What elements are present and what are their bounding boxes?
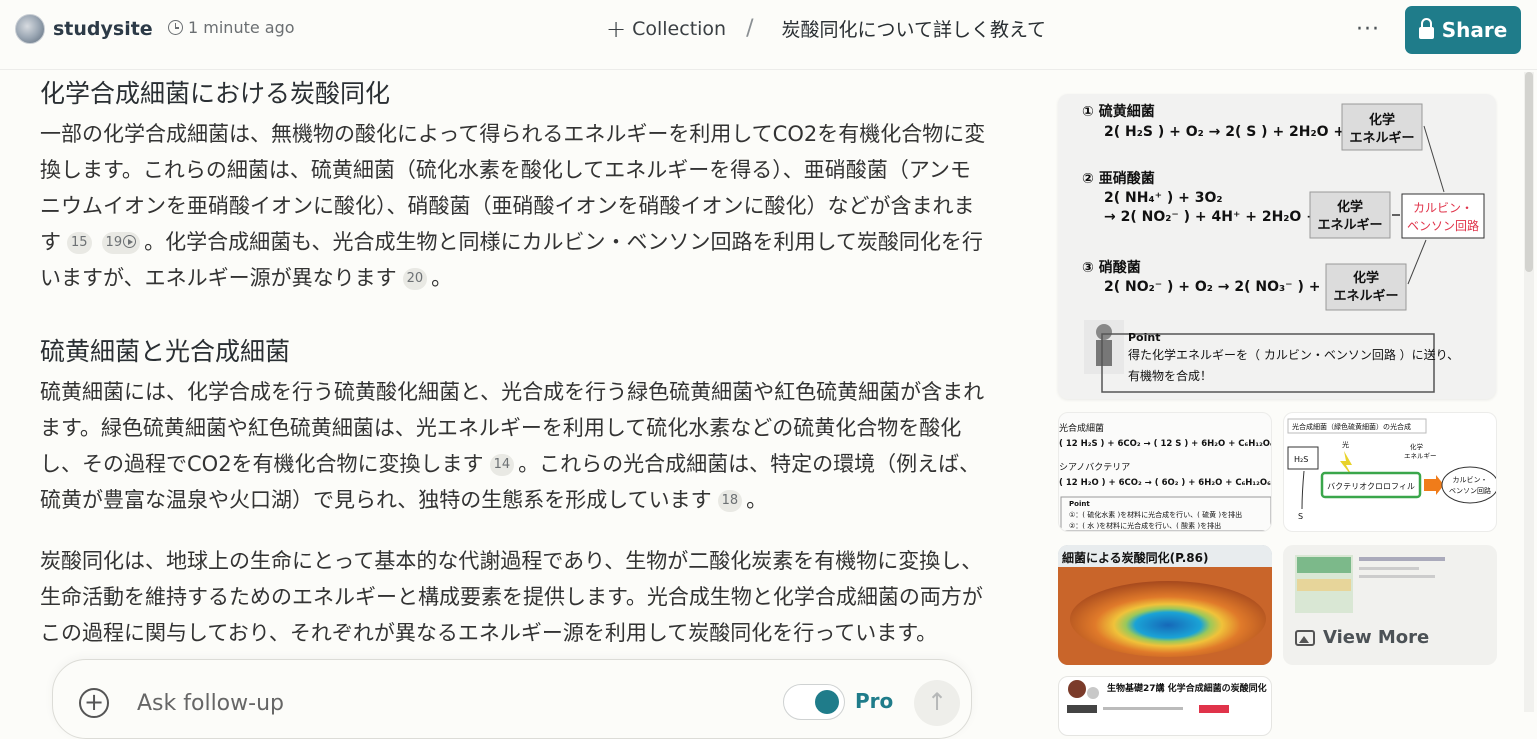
space-name: studysite — [53, 18, 153, 40]
lecture-slide-thumbnail: 生物基礎27講 化学合成細菌の炭酸同化 — [1067, 680, 1267, 713]
paragraph-text: 。 — [431, 266, 453, 290]
thumbnail-text: 化学 — [1410, 442, 1424, 451]
thumbnail-caption: 細菌による炭酸同化(P.86) — [1062, 550, 1208, 565]
paragraph-sulfur-bacteria: 硫黄細菌には、化学合成を行う硫黄酸化細菌と、光合成を行う緑色硫黄細菌や紅色硫黄細… — [40, 374, 990, 518]
paragraph-text: 。化学合成細菌も、光合成生物と同様にカルビン・ベンソン回路を利用して炭酸同化を行… — [40, 230, 983, 290]
thumbnail-text: シアノバクテリア — [1059, 462, 1130, 473]
play-icon — [123, 235, 137, 248]
hot-spring-photo: 細菌による炭酸同化(P.86) — [1058, 545, 1272, 665]
top-bar: studysite 1 minute ago + Collection / 炭酸… — [0, 0, 1537, 70]
diagram-text: カルビン・ — [1413, 201, 1473, 215]
image-card-chemosynthesis-diagram[interactable]: ① 硫黄細菌 2( H₂S ) + O₂ → 2( S ) + 2H₂O + 化… — [1058, 94, 1496, 399]
diagram-text: 2( H₂S ) + O₂ → 2( S ) + 2H₂O + — [1104, 124, 1345, 140]
diagram-text: エネルギー — [1349, 130, 1414, 146]
breadcrumb-separator: / — [746, 16, 754, 41]
image-icon — [1295, 629, 1315, 646]
view-more-button[interactable]: View More — [1295, 627, 1429, 648]
photosynthetic-bacteria-thumbnail: 光合成細菌 ( 12 H₂S ) + 6CO₂ → ( 12 S ) + 6H₂… — [1059, 422, 1272, 531]
chemosynthesis-diagram: ① 硫黄細菌 2( H₂S ) + O₂ → 2( S ) + 2H₂O + 化… — [1082, 103, 1485, 393]
thumbnail-text: 光 — [1342, 440, 1349, 449]
thumbnail-text: 生物基礎27講 化学合成細菌の炭酸同化 — [1107, 682, 1267, 694]
thumbnail-text: カルビン・ — [1453, 475, 1488, 484]
clock-icon — [168, 20, 183, 35]
diagram-text: 化学 — [1337, 199, 1363, 215]
diagram-text: エネルギー — [1333, 288, 1398, 304]
thumbnail-text: H₂S — [1294, 455, 1308, 464]
image-card-hot-spring-photo[interactable]: 細菌による炭酸同化(P.86) — [1058, 545, 1272, 665]
thumbnail-text: ベンソン回路 — [1449, 486, 1491, 495]
lock-icon — [1418, 17, 1434, 41]
citation-badge[interactable]: 14 — [489, 454, 515, 476]
thumbnail-text: バクテリオクロロフィル — [1327, 482, 1415, 491]
follow-up-bar: + Pro ↑ — [52, 659, 972, 739]
diagram-text: ① 硫黄細菌 — [1082, 103, 1155, 120]
timestamp: 1 minute ago — [168, 18, 295, 37]
diagram-text: ② 亜硝酸菌 — [1082, 170, 1155, 187]
plus-icon: + — [606, 14, 627, 43]
citation-badge[interactable]: 20 — [402, 268, 428, 290]
thumbnail-text: ②：( 水 )を材料に光合成を行い、( 酸素 )を排出 — [1069, 521, 1221, 530]
thumbnail-text: 光合成細菌（緑色硫黄細菌）の光合成 — [1292, 422, 1411, 431]
diagram-text: 化学 — [1353, 270, 1379, 286]
diagram-text: 2( NH₄⁺ ) + 3O₂ — [1104, 190, 1223, 206]
section-heading-sulfur-bacteria: 硫黄細菌と光合成細菌 — [40, 337, 291, 366]
citation-number: 19 — [105, 235, 123, 250]
green-sulfur-bacteria-thumbnail: 光合成細菌（緑色硫黄細菌）の光合成 光 化学 エネルギー H₂S S バクテリオ… — [1287, 418, 1496, 521]
thumbnail-text: S — [1298, 512, 1303, 521]
diagram-text: 2( NO₂⁻ ) + O₂ → 2( NO₃⁻ ) + — [1104, 279, 1320, 295]
space-avatar — [15, 14, 45, 44]
page-scrollbar[interactable] — [1524, 72, 1534, 712]
section-heading-chemosynthesis: 化学合成細菌における炭酸同化 — [40, 79, 391, 108]
citation-badge[interactable]: 18 — [717, 490, 743, 512]
diagram-text: → 2( NO₂⁻ ) + 4H⁺ + 2H₂O + — [1104, 209, 1318, 225]
thread-title[interactable]: 炭酸同化について詳しく教えて — [782, 15, 1046, 42]
attach-plus-icon[interactable]: + — [79, 688, 109, 718]
image-card-photosynthetic-bacteria[interactable]: 光合成細菌 ( 12 H₂S ) + 6CO₂ → ( 12 S ) + 6H₂… — [1058, 412, 1272, 532]
diagram-text: ベンソン回路 — [1407, 218, 1479, 233]
thumbnail-text: ( 12 H₂S ) + 6CO₂ → ( 12 S ) + 6H₂O + C₆… — [1059, 439, 1272, 449]
toggle-knob — [815, 690, 839, 714]
image-card-green-sulfur-bacteria[interactable]: 光合成細菌（緑色硫黄細菌）の光合成 光 化学 エネルギー H₂S S バクテリオ… — [1283, 412, 1497, 532]
share-button-label: Share — [1441, 18, 1508, 42]
diagram-text: 有機物を合成！ — [1128, 368, 1212, 383]
timestamp-text: 1 minute ago — [188, 18, 295, 37]
thumbnail-text: ①：( 硫化水素 )を材料に光合成を行い、( 硫黄 )を排出 — [1069, 510, 1242, 519]
paragraph-chemosynthesis: 一部の化学合成細菌は、無機物の酸化によって得られるエネルギーを利用してCO2を有… — [40, 116, 990, 296]
diagram-text: エネルギー — [1317, 217, 1382, 233]
breadcrumb: + Collection / 炭酸同化について詳しく教えて — [606, 15, 1046, 42]
space-link[interactable]: studysite — [15, 14, 153, 44]
share-button[interactable]: Share — [1405, 6, 1521, 54]
thumbnail-text: ( 12 H₂O ) + 6CO₂ → ( 6O₂ ) + 6H₂O + C₆H… — [1059, 478, 1271, 488]
thumbnail-text: Point — [1069, 500, 1090, 508]
diagram-text: Point — [1128, 331, 1160, 344]
diagram-text: 得た化学エネルギーを（ カルビン・ベンソン回路 ）に送り、 — [1128, 347, 1459, 362]
scrollbar-thumb[interactable] — [1525, 72, 1533, 272]
view-more-preview — [1295, 555, 1445, 613]
view-more-label: View More — [1323, 627, 1430, 648]
pro-toggle[interactable] — [783, 684, 845, 720]
citation-badge-video[interactable]: 19 — [101, 232, 141, 254]
diagram-text: ③ 硝酸菌 — [1082, 259, 1141, 276]
thumbnail-text: 光合成細菌 — [1059, 422, 1104, 434]
image-card-lecture-slide[interactable]: 生物基礎27講 化学合成細菌の炭酸同化 — [1058, 676, 1272, 736]
paragraph-text: 。 — [746, 488, 768, 512]
pro-label: Pro — [855, 689, 894, 713]
follow-up-input[interactable] — [137, 686, 737, 720]
submit-arrow-button[interactable]: ↑ — [914, 680, 960, 726]
citation-badge[interactable]: 15 — [67, 232, 92, 254]
diagram-text: 化学 — [1369, 112, 1395, 128]
add-to-collection-link[interactable]: Collection — [632, 18, 726, 40]
answer-content: 化学合成細菌における炭酸同化 一部の化学合成細菌は、無機物の酸化によって得られる… — [40, 70, 990, 670]
view-more-card[interactable]: View More — [1283, 545, 1497, 665]
paragraph-summary: 炭酸同化は、地球上の生命にとって基本的な代謝過程であり、生物が二酸化炭素を有機物… — [40, 549, 983, 645]
thumbnail-text: エネルギー — [1404, 452, 1437, 460]
more-options-icon[interactable]: ··· — [1356, 17, 1380, 42]
